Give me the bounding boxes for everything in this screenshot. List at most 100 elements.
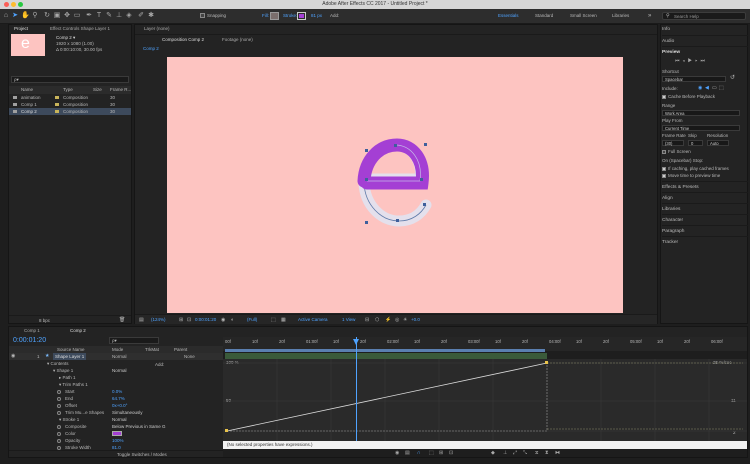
add-property-button[interactable]: Add: [155,361,164,368]
timeline-timecode[interactable]: 0:00:01:20 [13,337,46,345]
clone-stamp-tool-icon[interactable]: ⊥ [115,12,123,20]
stopwatch-icon[interactable] [57,397,61,401]
snapping-checkbox[interactable] [200,13,205,18]
property-value[interactable]: Simultaneously [112,409,143,416]
tab-composition[interactable]: Composition Comp 2 [159,36,207,44]
if-caching-checkbox[interactable]: If caching, play cached frames [662,165,729,172]
property-row[interactable]: Trim Mu...e Shapes Simultaneously [9,409,223,416]
stopwatch-icon[interactable] [57,404,61,408]
column-trkmat[interactable]: TrkMat [145,346,159,353]
tab-layer[interactable]: Layer (none) [141,25,173,33]
snapping-graph-icon[interactable]: ∩ [417,449,421,457]
stopwatch-icon[interactable] [57,390,61,394]
full-screen-checkbox[interactable]: Full Screen [662,148,691,155]
rectangle-tool-icon[interactable]: ▭ [73,12,81,20]
separate-dimensions-icon[interactable]: ⊡ [449,449,453,457]
eraser-tool-icon[interactable]: ◈ [125,12,133,20]
play-from-dropdown[interactable]: Current Time [662,125,740,131]
fast-preview-icon[interactable]: ⚡ [385,317,391,323]
show-properties-icon[interactable]: ◉ [395,449,399,457]
property-row[interactable]: Composite Below Previous in Same G [9,423,223,430]
workspace-libraries[interactable]: Libraries [612,12,629,20]
column-name[interactable]: Name [21,86,33,93]
cache-before-playback-checkbox[interactable]: Cache Before Playback [662,93,715,100]
panel-character[interactable]: Character [662,214,748,225]
property-row[interactable]: ▸ Path 1 [9,374,223,381]
property-value[interactable]: 64.7% [112,395,125,402]
column-source-name[interactable]: Source Name [57,346,85,353]
panel-info[interactable]: Info [662,24,748,35]
zoom-tool-icon[interactable]: ⚲ [31,12,39,20]
property-row[interactable]: End 64.7% [9,395,223,402]
include-overlays-icon[interactable]: ▭ [712,85,717,92]
stroke-color-swatch[interactable] [112,431,122,436]
column-frame-rate[interactable]: Frame R... [110,86,131,93]
minimize-window-button[interactable] [11,2,16,7]
property-row[interactable]: ▾ Stroke 1 Normal [9,416,223,423]
home-icon[interactable]: ⌂ [2,12,10,20]
hold-keyframe-icon[interactable]: ⊥ [503,449,507,457]
tab-comp-2[interactable]: Comp 2 [67,327,89,335]
hand-tool-icon[interactable]: ✋ [21,12,30,20]
work-area-bar[interactable] [225,349,545,352]
resolution-dropdown[interactable]: Auto [707,140,729,146]
exposure-value[interactable]: +0.0 [411,316,420,323]
tab-comp-1[interactable]: Comp 1 [21,327,43,335]
eye-icon[interactable]: ◉ [11,354,15,359]
stroke-label[interactable]: Stroke: [283,12,297,20]
stopwatch-icon[interactable] [57,432,61,436]
workspace-small-screen[interactable]: Small Screen [570,12,597,20]
layer-name[interactable]: Shape Layer 1 [53,353,87,360]
bpc-label[interactable]: 8 bpc [39,317,50,324]
property-row[interactable]: ▾ Shape 1 Normal [9,367,223,374]
property-value[interactable]: 100% [112,437,124,444]
timeline-search-input[interactable]: ρ▾ [109,337,159,344]
fit-selection-icon[interactable]: ⬚ [429,449,434,457]
pan-behind-tool-icon[interactable]: ✥ [63,12,71,20]
panel-align[interactable]: Align [662,192,748,203]
project-search-input[interactable]: ρ▾ [11,76,129,83]
layer-parent[interactable]: None [184,353,195,360]
linear-keyframe-icon[interactable]: ⤢ [513,449,517,457]
grid-icon[interactable]: ⊞ [179,317,183,323]
shape-layer-letter-e[interactable] [167,57,623,313]
property-row[interactable]: Start 0.0% [9,388,223,395]
range-dropdown[interactable]: Work Area [662,110,740,116]
color-channel-icon[interactable]: ◐ [231,317,234,323]
breadcrumb[interactable]: Comp 2 [140,45,162,53]
toggle-switches-modes[interactable]: Toggle Switches / Modes [117,451,167,458]
workspace-standard[interactable]: Standard [535,12,553,20]
easy-ease-out-icon[interactable]: ⧓ [555,449,560,457]
column-size[interactable]: Size [93,86,102,93]
layer-row[interactable]: ◉ 1 ★ Shape Layer 1 Normal None [9,353,223,360]
mask-icon[interactable]: ⊡ [187,317,191,323]
always-preview-icon[interactable]: ▤ [139,317,144,323]
viewer-timecode[interactable]: 0:00:01:20 [195,316,216,323]
include-audio-icon[interactable]: ◀ [705,85,709,92]
snapshot-icon[interactable]: ◉ [221,317,225,323]
fill-swatch[interactable] [270,12,279,20]
property-value[interactable]: Normal [112,367,127,374]
easy-ease-in-icon[interactable]: ⧗ [545,449,549,457]
property-row[interactable]: Color [9,430,223,437]
edit-keyframe-icon[interactable]: ◆ [491,449,495,457]
include-video-icon[interactable]: ◉ [698,85,702,92]
stopwatch-icon[interactable] [57,425,61,429]
fit-all-icon[interactable]: ⊞ [439,449,443,457]
list-item[interactable]: animation Composition 30 [9,94,131,101]
composition-canvas[interactable] [167,57,623,313]
camera-dropdown[interactable]: Active Camera [298,316,328,323]
column-type[interactable]: Type [63,86,73,93]
camera-tool-icon[interactable]: ▣ [53,12,61,20]
frame-rate-dropdown[interactable]: (30) [662,140,684,146]
property-row[interactable]: Opacity 100% [9,437,223,444]
panel-libraries[interactable]: Libraries [662,203,748,214]
reset-icon[interactable]: ↺ [730,75,735,82]
exposure-icon[interactable]: ☀ [403,317,407,323]
stopwatch-icon[interactable] [57,411,61,415]
timeline-graph-area[interactable]: 00f 10f 20f 01:00f 10f 20f 02:00f 10f 20f 03:00f 1… [223,337,747,457]
column-mode[interactable]: Mode [112,346,123,353]
list-item[interactable]: Comp 2 Composition 30 [9,108,131,115]
graph-type-icon[interactable]: ▤ [405,449,410,457]
list-item[interactable]: Comp 1 Composition 30 [9,101,131,108]
